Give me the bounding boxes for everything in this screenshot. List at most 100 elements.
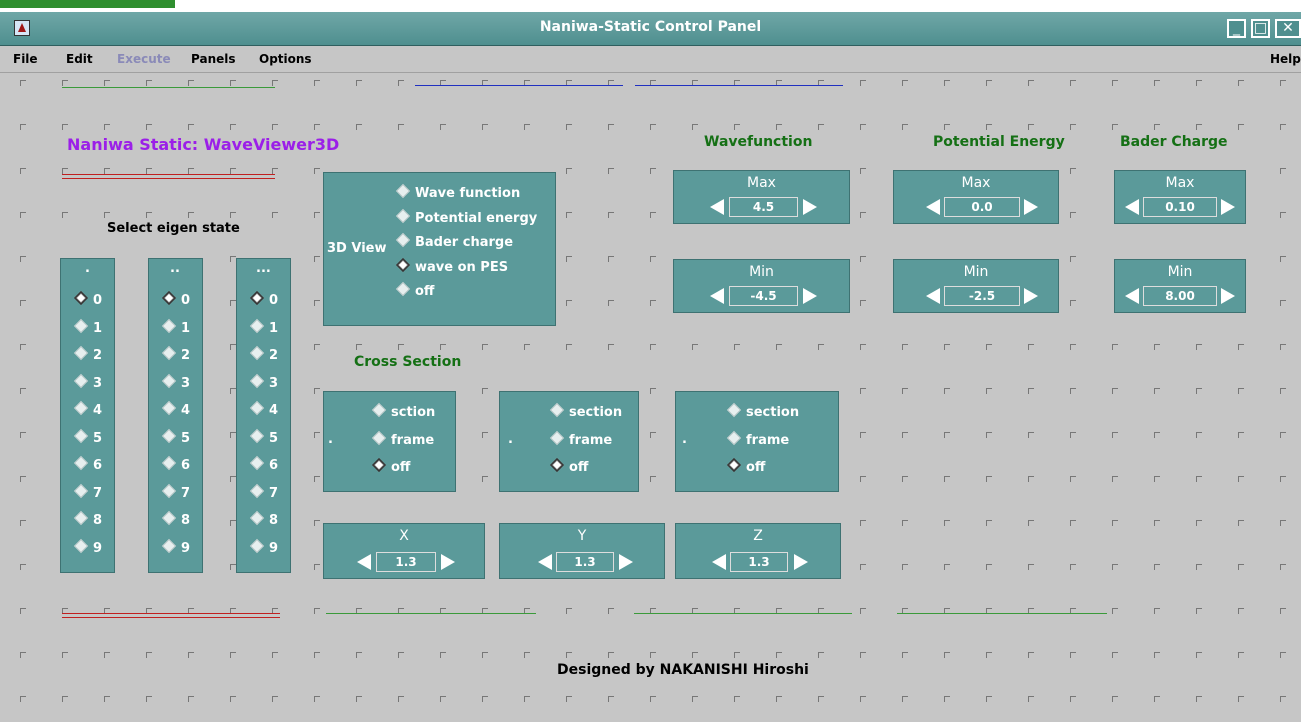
eigen-state-option[interactable]: 0 [73, 290, 102, 308]
eigen-state-option[interactable]: 2 [73, 345, 102, 363]
decrement-arrow-icon[interactable] [926, 288, 940, 304]
view3d-option[interactable]: Potential energy [395, 208, 537, 226]
menu-file[interactable]: File [13, 52, 38, 66]
cross-section-option[interactable]: sction [371, 402, 435, 420]
eigen-state-option[interactable]: 6 [161, 455, 190, 473]
potential-min-value[interactable]: -2.5 [944, 286, 1020, 306]
grid-mark [20, 344, 26, 350]
eigen-state-option[interactable]: 5 [249, 428, 278, 446]
menu-options[interactable]: Options [259, 52, 312, 66]
grid-mark [1196, 696, 1202, 702]
eigen-state-option[interactable]: 8 [73, 510, 102, 528]
eigen-state-option[interactable]: 4 [73, 400, 102, 418]
decrement-arrow-icon[interactable] [710, 288, 724, 304]
eigen-state-option[interactable]: 1 [249, 318, 278, 336]
grid-mark [1112, 696, 1118, 702]
bader-max-value[interactable]: 0.10 [1143, 197, 1217, 217]
increment-arrow-icon[interactable] [803, 199, 817, 215]
separator-green [634, 613, 852, 614]
increment-arrow-icon[interactable] [1221, 288, 1235, 304]
decrement-arrow-icon[interactable] [1125, 199, 1139, 215]
wavefunction-title: Wavefunction [704, 134, 813, 150]
grid-mark [1154, 432, 1160, 438]
grid-mark [566, 212, 572, 218]
cross-section-option[interactable]: off [371, 457, 410, 475]
decrement-arrow-icon[interactable] [926, 199, 940, 215]
eigen-state-option[interactable]: 9 [73, 538, 102, 556]
eigen-state-option[interactable]: 9 [161, 538, 190, 556]
cross-section-option[interactable]: section [726, 402, 799, 420]
eigen-state-option[interactable]: 7 [249, 483, 278, 501]
cross-section-option[interactable]: frame [726, 430, 789, 448]
grid-mark [1238, 124, 1244, 130]
radio-label: 5 [93, 430, 103, 446]
decrement-arrow-icon[interactable] [1125, 288, 1139, 304]
eigen-state-option[interactable]: 6 [73, 455, 102, 473]
increment-arrow-icon[interactable] [1024, 288, 1038, 304]
minimize-button[interactable]: _ [1227, 19, 1246, 38]
grid-mark [20, 168, 26, 174]
wavefunction-min-value[interactable]: -4.5 [729, 286, 798, 306]
cross-section-option[interactable]: section [549, 402, 622, 420]
eigen-state-option[interactable]: 8 [161, 510, 190, 528]
cross-section-option[interactable]: off [549, 457, 588, 475]
eigen-state-option[interactable]: 5 [73, 428, 103, 446]
bader-min-value[interactable]: 8.00 [1143, 286, 1217, 306]
eigen-state-option[interactable]: 5 [161, 428, 190, 446]
eigen-state-option[interactable]: 7 [73, 483, 102, 501]
increment-arrow-icon[interactable] [803, 288, 817, 304]
potential-max-value[interactable]: 0.0 [944, 197, 1020, 217]
increment-arrow-icon[interactable] [441, 554, 455, 570]
eigen-state-option[interactable]: 3 [161, 373, 190, 391]
grid-mark [482, 696, 488, 702]
eigen-state-option[interactable]: 2 [161, 345, 190, 363]
eigen-state-option[interactable]: 4 [249, 400, 278, 418]
eigen-state-option[interactable]: 0 [249, 290, 278, 308]
cross-section-option[interactable]: frame [371, 430, 434, 448]
decrement-arrow-icon[interactable] [712, 554, 726, 570]
eigen-state-option[interactable]: 1 [161, 318, 190, 336]
view3d-option[interactable]: Bader charge [395, 232, 513, 250]
increment-arrow-icon[interactable] [1221, 199, 1235, 215]
eigen-state-option[interactable]: 0 [161, 290, 190, 308]
eigen-state-option[interactable]: 7 [161, 483, 190, 501]
radio-selected-icon [73, 290, 89, 306]
decrement-arrow-icon[interactable] [357, 554, 371, 570]
grid-mark [1196, 608, 1202, 614]
eigen-state-option[interactable]: 3 [249, 373, 278, 391]
eigen-state-option[interactable]: 4 [161, 400, 190, 418]
cross-section-option[interactable]: off [726, 457, 765, 475]
grid-mark [1070, 168, 1076, 174]
menu-help[interactable]: Help [1270, 52, 1301, 66]
z-value[interactable]: 1.3 [730, 552, 788, 572]
y-value[interactable]: 1.3 [556, 552, 614, 572]
menu-panels[interactable]: Panels [191, 52, 236, 66]
grid-mark [734, 652, 740, 658]
grid-mark [1196, 652, 1202, 658]
grid-mark [398, 652, 404, 658]
view3d-option[interactable]: Wave function [395, 183, 520, 201]
grid-mark [1238, 344, 1244, 350]
menu-edit[interactable]: Edit [66, 52, 93, 66]
eigen-state-option[interactable]: 6 [249, 455, 278, 473]
increment-arrow-icon[interactable] [619, 554, 633, 570]
eigen-state-option[interactable]: 8 [249, 510, 278, 528]
view3d-option[interactable]: off [395, 281, 434, 299]
decrement-arrow-icon[interactable] [538, 554, 552, 570]
view3d-option[interactable]: wave on PES [395, 257, 508, 275]
close-button[interactable]: ✕ [1275, 19, 1301, 38]
increment-arrow-icon[interactable] [1024, 199, 1038, 215]
menu-execute[interactable]: Execute [117, 52, 171, 66]
eigen-state-option[interactable]: 3 [73, 373, 102, 391]
maximize-button[interactable]: □ [1251, 19, 1270, 38]
eigen-state-option[interactable]: 1 [73, 318, 102, 336]
x-value[interactable]: 1.3 [376, 552, 436, 572]
title-bar[interactable]: Naniwa-Static Control Panel _ □ ✕ [0, 12, 1301, 46]
cross-section-option[interactable]: frame [549, 430, 612, 448]
grid-mark [1070, 652, 1076, 658]
decrement-arrow-icon[interactable] [710, 199, 724, 215]
eigen-state-option[interactable]: 2 [249, 345, 278, 363]
wavefunction-max-value[interactable]: 4.5 [729, 197, 798, 217]
increment-arrow-icon[interactable] [794, 554, 808, 570]
eigen-state-option[interactable]: 9 [249, 538, 278, 556]
